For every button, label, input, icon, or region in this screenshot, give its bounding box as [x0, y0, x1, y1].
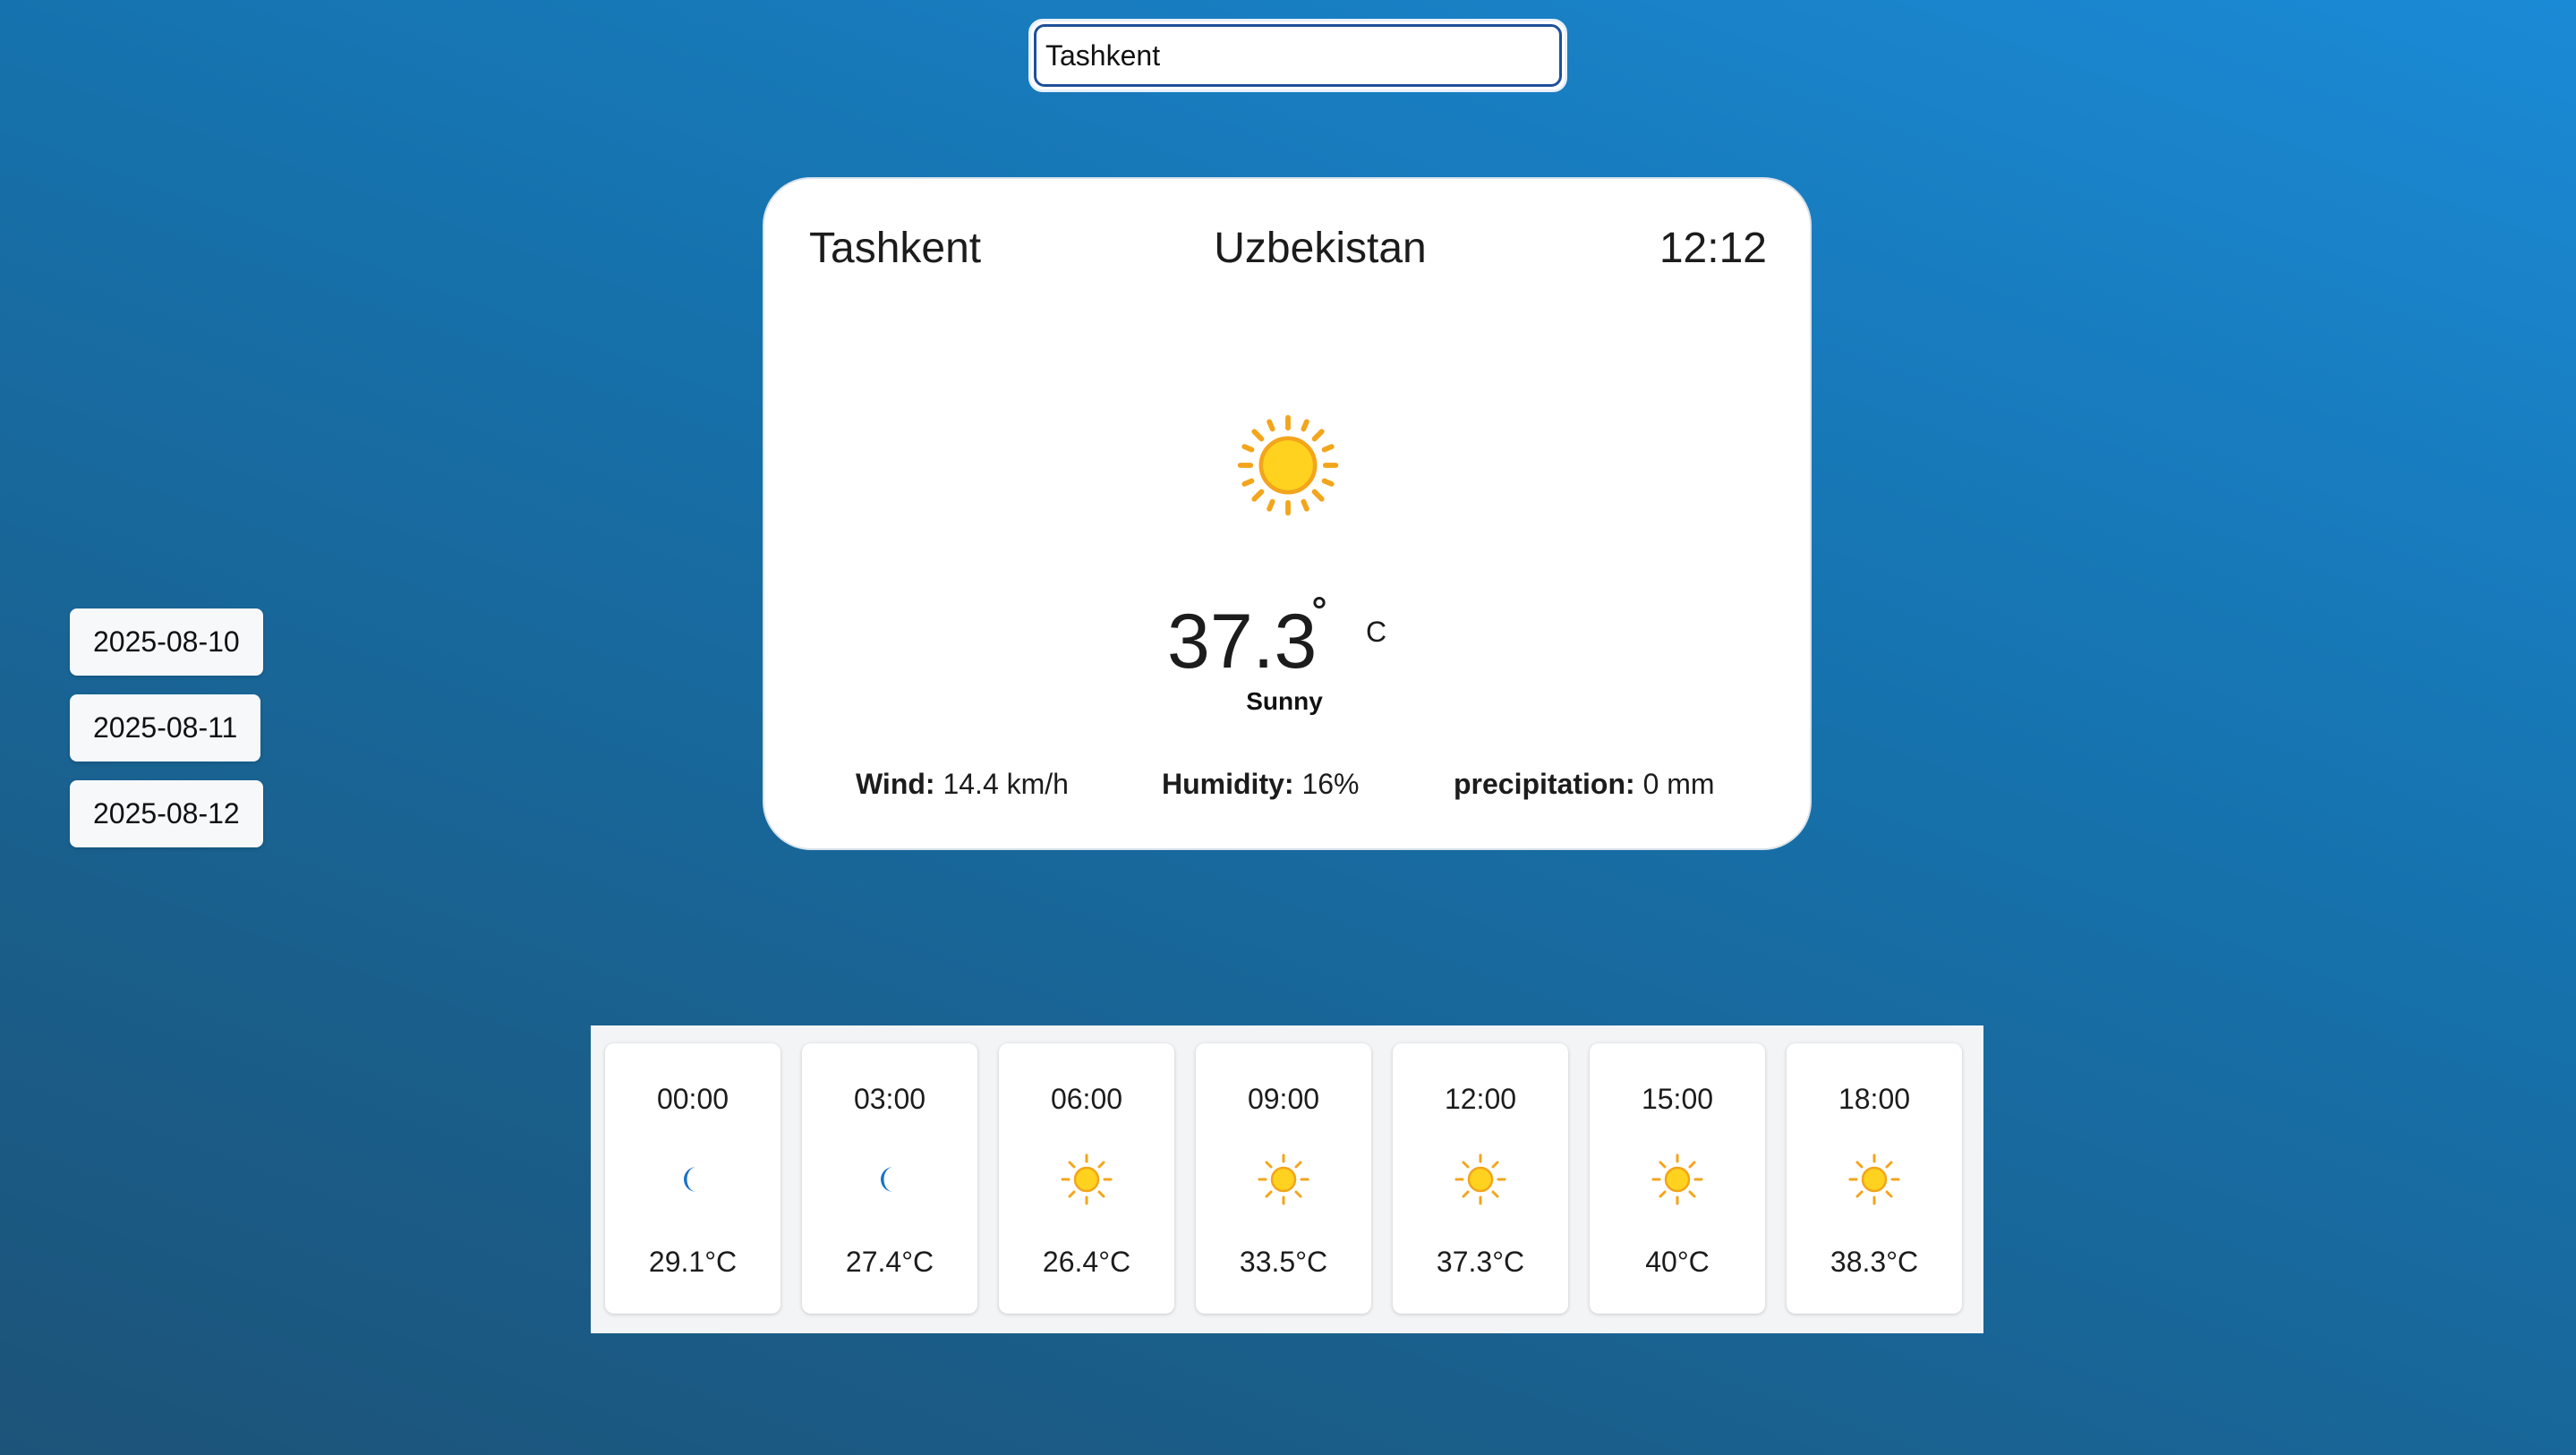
hour-temp: 29.1°C: [648, 1246, 738, 1278]
hour-temp: 38.3°C: [1830, 1246, 1919, 1278]
search-input[interactable]: [1034, 24, 1562, 87]
precipitation-stat: precipitation: 0 mm: [1454, 768, 1715, 801]
date-button[interactable]: 2025-08-12: [70, 780, 263, 847]
hour-temp: 33.5°C: [1239, 1246, 1328, 1278]
moon-icon: [881, 1167, 893, 1192]
hour-time: 12:00: [1444, 1083, 1517, 1115]
hour-temp: 26.4°C: [1042, 1246, 1131, 1278]
date-button[interactable]: 2025-08-10: [70, 608, 263, 676]
country-name: Uzbekistan: [1214, 225, 1427, 272]
hour-card: 12:00 37.3°C: [1393, 1043, 1568, 1314]
city-name: Tashkent: [809, 225, 982, 272]
hour-time: 18:00: [1838, 1083, 1911, 1115]
hour-card: 15:00 40°C: [1590, 1043, 1765, 1314]
degree-symbol: ˚: [1312, 591, 1329, 648]
humidity-label: Humidity:: [1162, 768, 1294, 800]
hourly-forecast: 00:00 29.1°C 03:00 27.4°C 06:00 26.4°C 0…: [591, 1025, 1983, 1333]
hour-card: 09:00 33.5°C: [1196, 1043, 1371, 1314]
hour-time: 15:00: [1641, 1083, 1714, 1115]
wind-label: Wind:: [856, 768, 935, 800]
hour-temp: 40°C: [1645, 1246, 1710, 1278]
temperature-value: 37.3: [1167, 599, 1318, 685]
hour-card: 00:00 29.1°C: [605, 1043, 780, 1314]
sun-icon: [1237, 414, 1339, 516]
card-header: Tashkent Uzbekistan 12:12: [809, 222, 1767, 276]
hour-card: 18:00 38.3°C: [1787, 1043, 1962, 1314]
humidity-stat: Humidity: 16%: [1162, 768, 1359, 801]
hour-time: 03:00: [853, 1083, 926, 1115]
wind-value: 14.4 km/h: [943, 768, 1069, 800]
sun-icon: [1848, 1153, 1900, 1205]
sun-icon: [1651, 1153, 1703, 1205]
wind-stat: Wind: 14.4 km/h: [856, 768, 1069, 801]
date-button[interactable]: 2025-08-11: [70, 694, 261, 762]
precipitation-label: precipitation:: [1454, 768, 1635, 800]
date-list: 2025-08-10 2025-08-11 2025-08-12: [70, 608, 263, 866]
local-time: 12:12: [1659, 225, 1767, 272]
hour-time: 09:00: [1247, 1083, 1320, 1115]
search-box: [1028, 19, 1567, 92]
precipitation-value: 0 mm: [1642, 768, 1715, 800]
hour-temp: 27.4°C: [845, 1246, 934, 1278]
moon-icon: [684, 1167, 696, 1192]
sun-icon: [1061, 1153, 1113, 1205]
condition-text: Sunny: [1246, 687, 1323, 715]
sun-icon: [1258, 1153, 1309, 1205]
hour-card: 06:00 26.4°C: [999, 1043, 1174, 1314]
current-weather-card: Tashkent Uzbekistan 12:12 37.3 ˚ C Sunny…: [763, 177, 1812, 850]
hour-time: 06:00: [1050, 1083, 1123, 1115]
temperature-unit: C: [1366, 616, 1387, 648]
hour-time: 00:00: [656, 1083, 729, 1115]
hour-temp: 37.3°C: [1436, 1246, 1525, 1278]
sun-icon: [1454, 1153, 1506, 1205]
humidity-value: 16%: [1301, 768, 1360, 800]
hour-card: 03:00 27.4°C: [802, 1043, 977, 1314]
